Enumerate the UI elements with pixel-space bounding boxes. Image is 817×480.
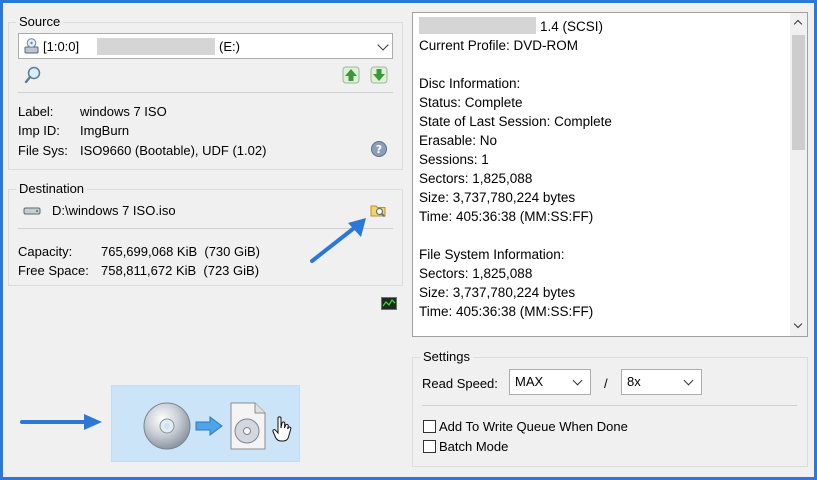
- imp-id-value: ImgBurn: [80, 123, 130, 138]
- arrow-right-icon: [195, 416, 223, 436]
- destination-path[interactable]: D:\windows 7 ISO.iso: [52, 203, 176, 218]
- source-divider: [18, 92, 393, 93]
- chevron-down-icon: [377, 39, 389, 51]
- log-icon[interactable]: [380, 295, 398, 313]
- hand-cursor-icon: [272, 416, 292, 442]
- info-line: File System Information:: [419, 247, 565, 262]
- info-line: Current Profile: DVD-ROM: [419, 38, 579, 53]
- speed-separator: /: [604, 376, 608, 391]
- info-line: Status: Complete: [419, 95, 523, 110]
- image-file-icon: [230, 402, 266, 450]
- scrollbar-thumb[interactable]: [792, 35, 805, 150]
- info-icon[interactable]: ?: [370, 140, 388, 158]
- info-line: 1.4 (SCSI): [540, 19, 604, 34]
- chevron-down-icon: [683, 375, 694, 386]
- drive-address: [1:0:0]: [43, 39, 80, 54]
- batch-mode-label[interactable]: Batch Mode: [439, 439, 508, 454]
- info-line: [419, 226, 789, 245]
- read-speed-select[interactable]: MAX: [509, 369, 591, 395]
- verify-speed-select[interactable]: 8x: [621, 369, 702, 395]
- arrow-up-icon[interactable]: [342, 66, 360, 84]
- info-line: Disc Information:: [419, 76, 521, 91]
- info-line: Time: 405:36:38 (MM:SS:FF): [419, 209, 594, 224]
- free-space-key: Free Space:: [18, 263, 89, 278]
- info-line: Sessions: 1: [419, 152, 489, 167]
- file-sys-key: File Sys:: [18, 143, 68, 158]
- add-to-queue-checkbox[interactable]: [423, 420, 436, 433]
- file-sys-value: ISO9660 (Bootable), UDF (1.02): [80, 143, 267, 158]
- disc-info-panel[interactable]: 1.4 (SCSI) Current Profile: DVD-ROM Disc…: [412, 12, 808, 337]
- capacity-key: Capacity:: [18, 244, 73, 259]
- add-to-queue-label[interactable]: Add To Write Queue When Done: [439, 419, 628, 434]
- info-line: Size: 3,737,780,224 bytes: [419, 285, 576, 300]
- free-space-value: 758,811,672 KiB (723 GiB): [101, 263, 260, 278]
- scroll-up-icon[interactable]: [793, 19, 803, 29]
- batch-mode-checkbox[interactable]: [423, 440, 436, 453]
- info-line: State of Last Session: Complete: [419, 114, 612, 129]
- label-value: windows 7 ISO: [80, 104, 167, 119]
- disc-icon: [143, 402, 191, 450]
- read-button[interactable]: [111, 385, 300, 462]
- read-speed-label: Read Speed:: [422, 376, 498, 391]
- settings-divider: [422, 405, 797, 406]
- capacity-value: 765,699,068 KiB (730 GiB): [101, 244, 260, 259]
- redacted-drive-name: [97, 38, 215, 55]
- label-key: Label:: [18, 104, 54, 119]
- source-drive-select[interactable]: [1:0:0] (E:): [18, 33, 393, 59]
- settings-title: Settings: [420, 349, 473, 365]
- verify-speed-value: 8x: [627, 374, 641, 389]
- chevron-down-icon: [572, 375, 583, 386]
- drive-letter: (E:): [219, 39, 240, 54]
- info-scrollbar[interactable]: [790, 13, 807, 336]
- drive-icon: [24, 38, 39, 54]
- info-line: Erasable: No: [419, 133, 498, 148]
- scroll-down-icon[interactable]: [793, 319, 803, 329]
- info-line: [419, 55, 789, 74]
- arrow-down-icon[interactable]: [370, 66, 388, 84]
- annotation-arrow-horizontal: [20, 414, 102, 430]
- read-speed-value: MAX: [515, 374, 544, 389]
- imgburn-read-window: Source [1:0:0] (E:) Label: windows 7 ISO…: [3, 3, 814, 477]
- hdd-icon: [23, 207, 41, 215]
- imp-id-key: Imp ID:: [18, 123, 60, 138]
- search-icon[interactable]: [24, 66, 42, 84]
- info-line: Sectors: 1,825,088: [419, 171, 533, 186]
- browse-folder-icon[interactable]: [369, 201, 387, 219]
- annotation-arrow-diagonal: [310, 218, 366, 263]
- destination-title: Destination: [16, 181, 88, 197]
- info-lines: 1.4 (SCSI) Current Profile: DVD-ROM Disc…: [419, 17, 789, 321]
- info-line: Sectors: 1,825,088: [419, 266, 533, 281]
- svg-text:?: ?: [376, 143, 382, 156]
- info-line: Size: 3,737,780,224 bytes: [419, 190, 576, 205]
- info-line: Time: 405:36:38 (MM:SS:FF): [419, 304, 594, 319]
- source-title: Source: [16, 14, 64, 30]
